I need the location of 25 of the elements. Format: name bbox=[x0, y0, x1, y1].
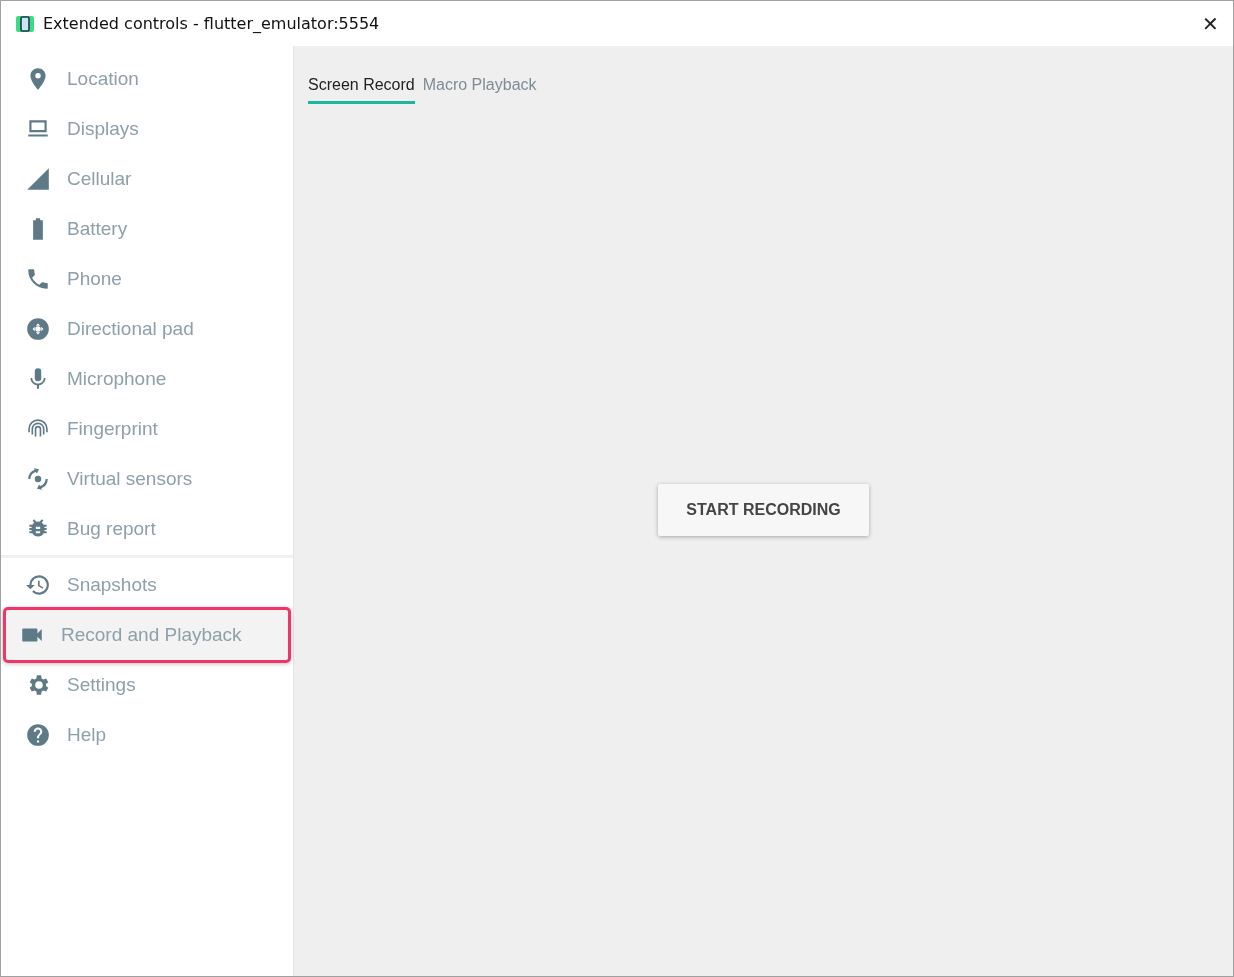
sidebar-item[interactable]: Fingerprint bbox=[5, 404, 289, 454]
sidebar-item[interactable]: Phone bbox=[5, 254, 289, 304]
signal-triangle-icon bbox=[25, 166, 51, 192]
sidebar-item[interactable]: Battery bbox=[5, 204, 289, 254]
window-title: Extended controls - flutter_emulator:5554 bbox=[43, 14, 381, 33]
phone-app-icon bbox=[16, 14, 34, 33]
phone-handset-icon bbox=[25, 266, 51, 292]
start-recording-button[interactable]: START RECORDING bbox=[658, 484, 869, 536]
sidebar-item[interactable]: Settings bbox=[5, 660, 289, 710]
sidebar-item[interactable]: Directional pad bbox=[5, 304, 289, 354]
tab[interactable]: Screen Record bbox=[308, 76, 415, 104]
sidebar-item[interactable]: Location bbox=[5, 54, 289, 104]
clock-history-icon bbox=[25, 572, 51, 598]
sidebar-item[interactable]: Displays bbox=[5, 104, 289, 154]
sidebar-item[interactable]: Help bbox=[5, 710, 289, 760]
sidebar-item[interactable]: Bug report bbox=[5, 504, 289, 554]
sidebar-item[interactable]: Record and Playback bbox=[3, 607, 291, 663]
help-icon bbox=[25, 722, 51, 748]
sidebar-item[interactable]: Microphone bbox=[5, 354, 289, 404]
dpad-icon bbox=[25, 316, 51, 342]
sidebar-item[interactable]: Snapshots bbox=[5, 560, 289, 610]
close-button[interactable]: ✕ bbox=[1187, 1, 1233, 46]
sidebar-item[interactable]: Cellular bbox=[5, 154, 289, 204]
sidebar-item[interactable]: Virtual sensors bbox=[5, 454, 289, 504]
tab[interactable]: Macro Playback bbox=[422, 76, 537, 104]
